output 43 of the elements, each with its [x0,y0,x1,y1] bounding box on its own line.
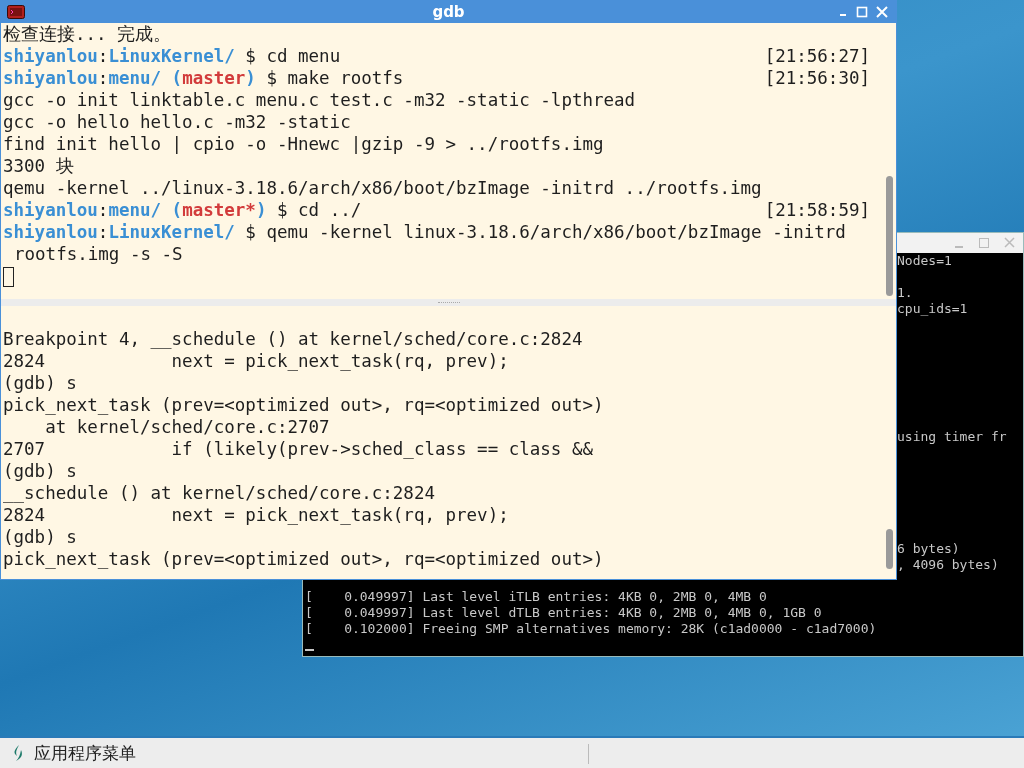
debugger-line: pick_next_task (prev=<optimized out>, rq=<optimized out>) [3,395,604,415]
prompt-line: shiyanlou:LinuxKernel/ $ cd menu [3,45,341,67]
debugger-line: 2824 next = pick_next_task(rq, prev); [3,505,509,525]
prompt-line: shiyanlou:menu/ (master*) $ cd ../ [3,199,362,221]
debugger-line: (gdb) s [3,373,77,393]
debugger-line: __schedule () at kernel/sched/core.c:2824 [3,483,435,503]
console-line: [ 0.049997] Last level dTLB entries: 4KB 0, 2MB 0, 4MB 0, 1GB 0 [304,605,823,621]
output-line: rootfs.img -s -S [14,244,183,264]
console-text: using timer fr [897,429,1007,445]
terminal-icon[interactable] [7,5,25,19]
console-text: Nodes=1 [897,253,952,269]
scrollbar-thumb[interactable] [886,176,893,296]
applications-menu[interactable]: 应用程序菜单 [34,741,136,765]
prompt-line: shiyanlou:menu/ (master) $ make rootfs [3,67,404,89]
output-line: gcc -o hello hello.c -m32 -static [3,112,351,132]
debugger-line: 2824 next = pick_next_task(rq, prev); [3,351,509,371]
output-line: 3300 块 [3,156,74,176]
console-text: , 4096 bytes) [897,557,999,573]
console-cursor [305,649,314,651]
console-text: 6 bytes) [897,541,960,557]
timestamp: [21:56:27] [764,45,870,67]
prompt-line: shiyanlou:LinuxKernel/ $ qemu -kernel linux-3.18.6/arch/x86/boot/bzImage -initrd [3,221,846,243]
output-line: gcc -o init linktable.c menu.c test.c -m32 -static -lpthread [3,90,636,110]
debugger-line: pick_next_task (prev=<optimized out>, rq=<optimized out>) [3,549,604,569]
maximize-icon[interactable] [856,6,868,18]
close-icon[interactable] [876,6,888,18]
output-line: qemu -kernel ../linux-3.18.6/arch/x86/boot/bzImage -initrd ../rootfs.img [3,178,762,198]
debugger-line: (gdb) s [3,461,77,481]
output-line: 检查连接... 完成。 [3,24,172,44]
output-line: find init hello | cpio -o -Hnewc |gzip -9 > ../rootfs.img [3,134,604,154]
text-cursor [3,267,14,287]
console-line: [ 0.049997] Last level iTLB entries: 4KB 0, 2MB 0, 4MB 0 [304,589,768,605]
console-text: 1. [897,285,913,301]
console-line: [ 0.102000] Freeing SMP alternatives memory: 28K (c1ad0000 - c1ad7000) [304,621,878,637]
timestamp: [21:58:59] [764,199,870,221]
scrollbar-thumb[interactable] [886,529,893,569]
debugger-line: (gdb) s [3,527,77,547]
window-title: gdb [432,3,465,21]
console-text: cpu_ids=1 [897,301,968,317]
debugger-line: at kernel/sched/core.c:2707 [44,417,330,437]
debugger-line: 2707 if (likely(prev->sched_class == class && [3,439,593,459]
debugger-line: Breakpoint 4, __schedule () at kernel/sched/core.c:2824 [3,329,583,349]
timestamp: [21:56:30] [764,67,870,89]
